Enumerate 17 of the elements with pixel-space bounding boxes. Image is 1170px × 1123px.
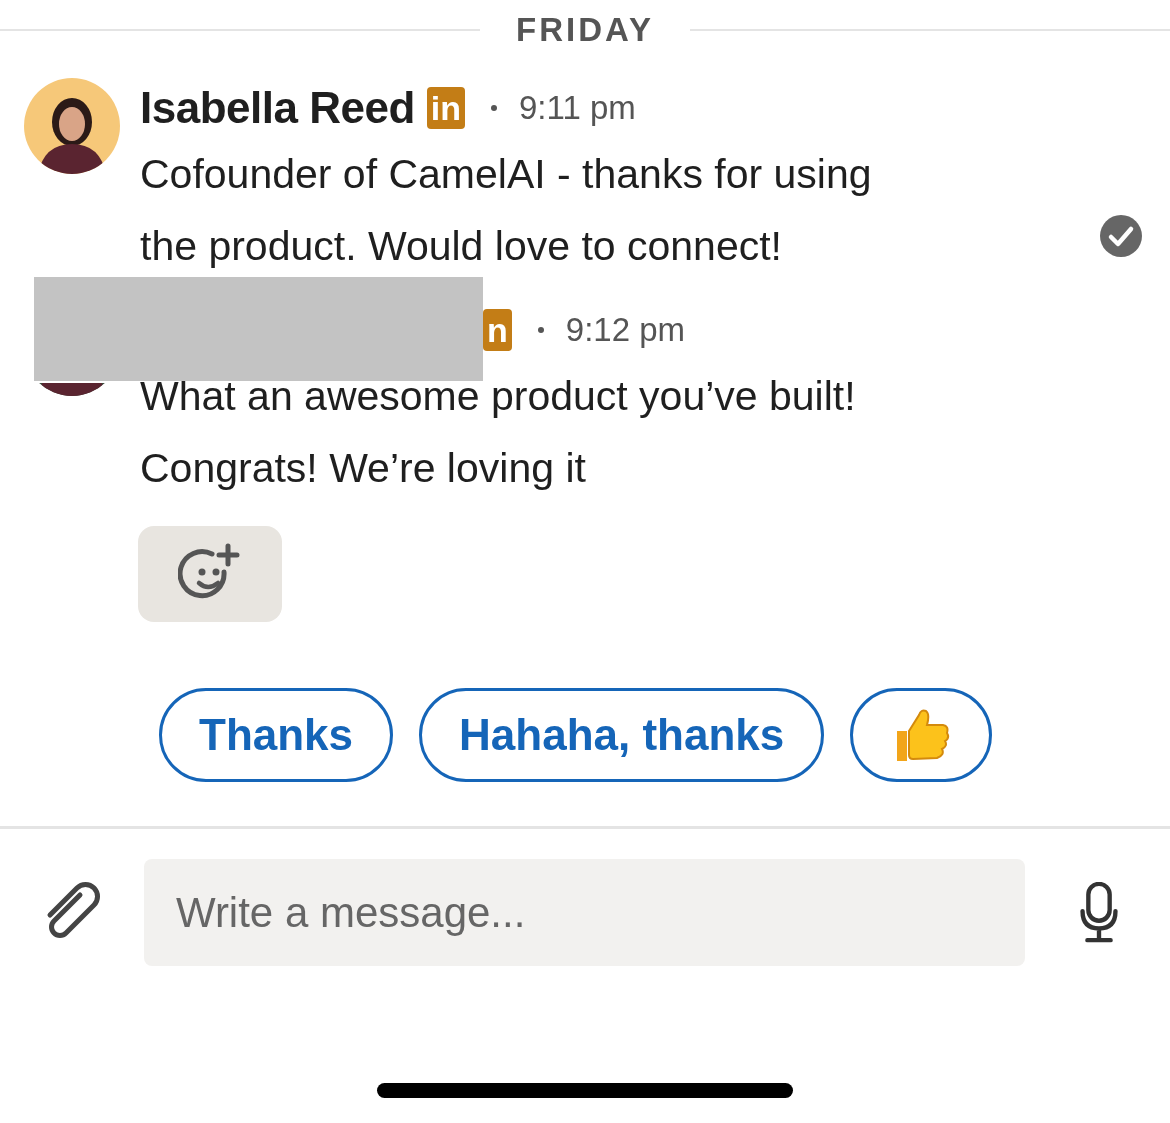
timestamp: 9:12 pm	[565, 311, 686, 349]
message-text: Congrats! We’re loving it	[140, 444, 586, 493]
timestamp: 9:11 pm	[519, 89, 636, 127]
message-input[interactable]: Write a message...	[144, 859, 1025, 966]
date-divider: FRIDAY	[516, 11, 654, 49]
message-text: Cofounder of CamelAI - thanks for using	[140, 150, 872, 199]
message-text: the product. Would love to connect!	[140, 222, 782, 271]
linkedin-badge: in	[426, 87, 465, 129]
quick-reply-button[interactable]: Thanks	[159, 688, 394, 782]
message-text: What an awesome product you’ve built!	[140, 372, 856, 421]
sender-name[interactable]: Isabella Reed	[140, 83, 415, 133]
add-reaction-button[interactable]	[138, 526, 282, 622]
quick-reply-button[interactable]: Hahaha, thanks	[419, 688, 825, 782]
separator-dot	[491, 105, 497, 111]
microphone-icon[interactable]	[1079, 881, 1119, 944]
linkedin-badge: n	[483, 309, 512, 351]
separator-dot	[537, 327, 544, 333]
